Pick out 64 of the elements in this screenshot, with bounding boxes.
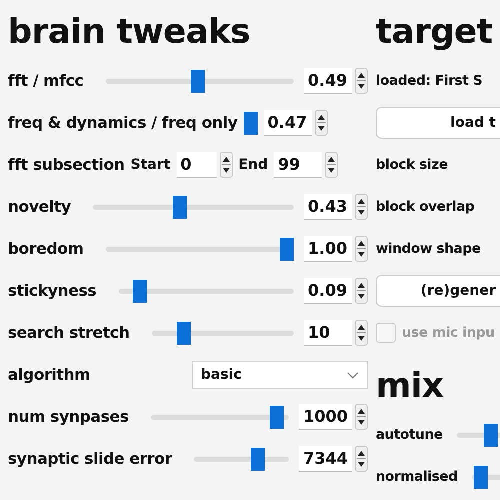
- slider-label: autotune: [376, 427, 443, 443]
- number-field[interactable]: 10: [304, 320, 352, 346]
- slider[interactable]: [106, 238, 294, 260]
- stepper-button[interactable]: [220, 152, 233, 178]
- slider-thumb[interactable]: [133, 280, 148, 302]
- action-button[interactable]: load t: [376, 107, 500, 139]
- field-label: fft subsection: [8, 156, 125, 174]
- field-label: End: [238, 157, 268, 173]
- slider[interactable]: [456, 424, 500, 446]
- slider-label: fft / mfcc: [8, 72, 84, 90]
- stepper-button[interactable]: [314, 110, 328, 136]
- section-heading: target: [376, 11, 494, 54]
- stepper-button[interactable]: [355, 446, 368, 472]
- slider-thumb[interactable]: [173, 196, 188, 218]
- slider[interactable]: [194, 448, 290, 470]
- slider-thumb[interactable]: [177, 322, 192, 344]
- stepper-button[interactable]: [355, 194, 368, 220]
- action-button[interactable]: (re)gener: [376, 275, 500, 307]
- stepper-button[interactable]: [325, 152, 338, 178]
- slider-thumb[interactable]: [191, 70, 206, 92]
- slider-thumb[interactable]: [474, 466, 488, 488]
- slider-label: num synpases: [8, 408, 129, 426]
- checkbox-label: use mic inpu: [402, 325, 495, 341]
- slider-thumb[interactable]: [251, 448, 266, 470]
- setting-label: block overlap: [376, 199, 475, 215]
- number-field[interactable]: 0.47: [264, 110, 312, 136]
- slider-thumb[interactable]: [270, 406, 284, 428]
- setting-label: window shape: [376, 241, 481, 257]
- slider[interactable]: [106, 70, 294, 92]
- slider[interactable]: [118, 280, 294, 302]
- slider-label: synaptic slide error: [8, 450, 172, 468]
- setting-label: block size: [376, 157, 448, 173]
- stepper-button[interactable]: [355, 320, 368, 346]
- number-field[interactable]: 7344: [299, 446, 352, 472]
- slider[interactable]: [150, 406, 290, 428]
- number-field[interactable]: 1000: [299, 404, 352, 430]
- stepper-button[interactable]: [355, 236, 368, 262]
- slider-thumb[interactable]: [244, 112, 258, 134]
- slider-label: stickyness: [8, 282, 97, 300]
- slider-label: novelty: [8, 198, 72, 216]
- status-text: loaded: First S: [376, 73, 483, 89]
- slider-label: freq & dynamics / freq only: [8, 114, 238, 132]
- number-field[interactable]: 1.00: [304, 236, 352, 262]
- slider-label: boredom: [8, 240, 84, 258]
- section-heading: brain tweaks: [8, 11, 252, 54]
- slider[interactable]: [93, 196, 294, 218]
- slider-thumb[interactable]: [484, 424, 498, 446]
- stepper-button[interactable]: [355, 278, 368, 304]
- chevron-down-icon: [347, 372, 359, 378]
- stepper-button[interactable]: [355, 404, 368, 430]
- number-field[interactable]: 99: [274, 152, 322, 178]
- section-heading: mix: [376, 365, 445, 408]
- slider-label: search stretch: [8, 324, 130, 342]
- algorithm-dropdown[interactable]: basic: [192, 361, 368, 389]
- dropdown-label: algorithm: [8, 366, 90, 384]
- number-field[interactable]: 0: [176, 152, 217, 178]
- number-field[interactable]: 0.09: [304, 278, 352, 304]
- slider[interactable]: [152, 322, 294, 344]
- stepper-button[interactable]: [355, 68, 368, 94]
- slider-thumb[interactable]: [280, 238, 294, 260]
- number-field[interactable]: 0.43: [304, 194, 352, 220]
- slider-label: normalised: [376, 469, 458, 485]
- number-field[interactable]: 0.49: [304, 68, 352, 94]
- field-label: Start: [130, 157, 171, 173]
